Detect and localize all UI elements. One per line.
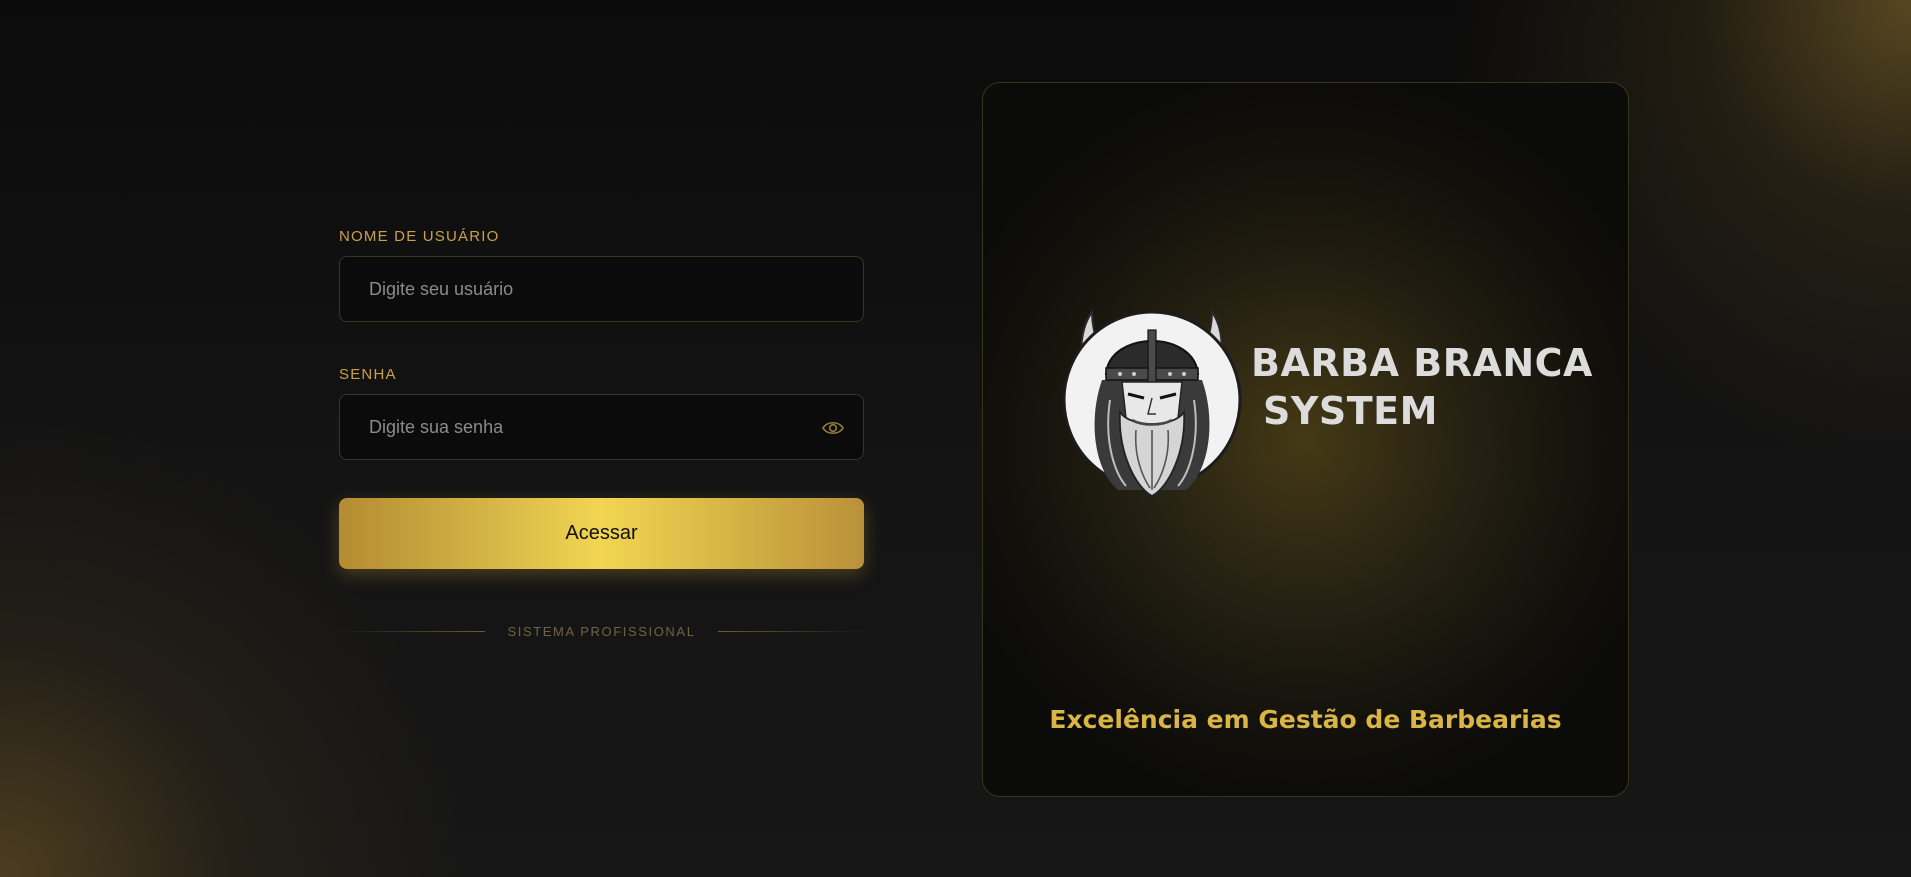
viking-logo xyxy=(1062,300,1243,500)
username-field-wrapper xyxy=(339,256,864,322)
password-label: SENHA xyxy=(339,366,397,383)
brand-card: BARBA BRANCA SYSTEM Excelência em Gestão… xyxy=(982,82,1629,797)
brand-tagline: Excelência em Gestão de Barbearias xyxy=(1049,705,1562,734)
username-input[interactable] xyxy=(340,257,863,321)
brand-name-line1: BARBA BRANCA xyxy=(1251,341,1593,385)
divider-line-left xyxy=(339,630,486,632)
brand-name-line2: SYSTEM xyxy=(1263,389,1438,433)
username-label: NOME DE USUÁRIO xyxy=(339,228,500,245)
login-button[interactable]: Acessar xyxy=(339,498,864,569)
divider-text: SISTEMA PROFISSIONAL xyxy=(507,623,696,639)
divider: SISTEMA PROFISSIONAL xyxy=(339,621,865,641)
eye-icon[interactable] xyxy=(821,417,845,439)
password-input[interactable] xyxy=(340,395,863,459)
divider-line-right xyxy=(717,630,865,632)
password-field-wrapper xyxy=(339,394,864,460)
login-form: NOME DE USUÁRIO SENHA Acessar SISTEMA PR… xyxy=(339,228,865,641)
